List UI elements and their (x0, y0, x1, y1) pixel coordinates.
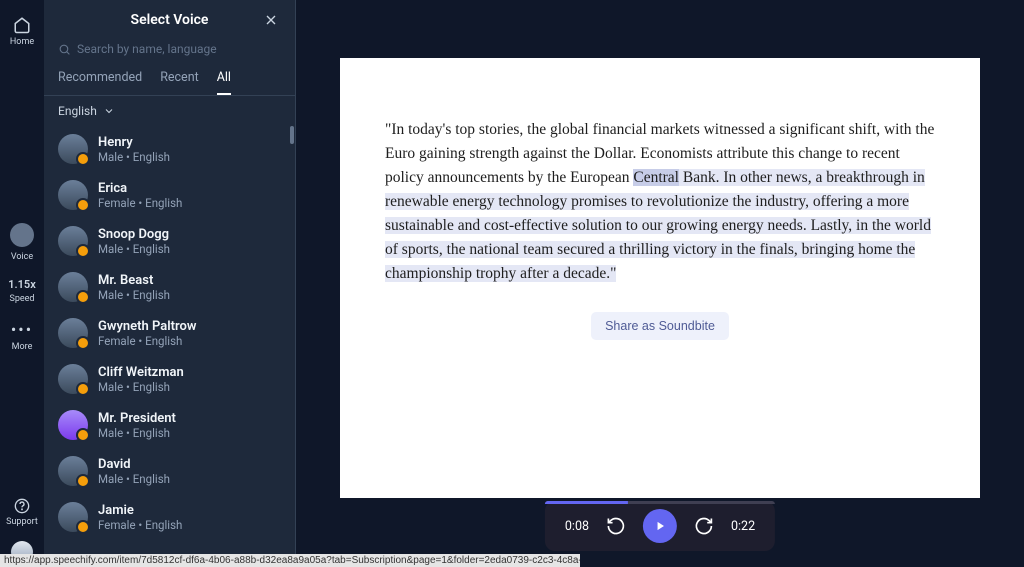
home-icon (13, 16, 31, 34)
premium-badge-icon (76, 198, 90, 212)
voice-name: Mr. Beast (98, 273, 170, 288)
voice-item-cliff[interactable]: Cliff WeitzmanMale • English (44, 356, 295, 402)
premium-badge-icon (76, 474, 90, 488)
premium-badge-icon (76, 382, 90, 396)
voice-item-snoop[interactable]: Snoop DoggMale • English (44, 218, 295, 264)
document-page: "In today's top stories, the global fina… (340, 58, 980, 498)
language-label: English (58, 104, 97, 118)
premium-badge-icon (76, 520, 90, 534)
search-placeholder: Search by name, language (77, 42, 217, 56)
support-label: Support (6, 517, 38, 527)
tab-recommended[interactable]: Recommended (58, 64, 142, 95)
more-icon: ••• (11, 320, 33, 339)
more-button[interactable]: ••• More (11, 320, 33, 352)
rewind-icon (606, 516, 626, 536)
voice-nav[interactable]: Voice (10, 223, 34, 262)
more-label: More (12, 342, 33, 352)
search-icon (58, 43, 71, 56)
premium-badge-icon (76, 152, 90, 166)
voice-item-david[interactable]: DavidMale • English (44, 448, 295, 494)
voice-item-president[interactable]: Mr. PresidentMale • English (44, 402, 295, 448)
main-area: "In today's top stories, the global fina… (296, 0, 1024, 567)
voice-name: Jamie (98, 503, 182, 518)
forward-button[interactable] (693, 515, 715, 537)
voice-meta: Male • English (98, 380, 184, 394)
help-icon (14, 498, 30, 514)
voice-list: HenryMale • English EricaFemale • Englis… (44, 126, 295, 567)
voice-meta: Male • English (98, 472, 170, 486)
total-time: 0:22 (731, 519, 755, 534)
share-soundbite-button[interactable]: Share as Soundbite (591, 312, 729, 340)
voice-nav-label: Voice (11, 252, 33, 262)
speed-label: Speed (9, 294, 34, 304)
voice-item-jamie[interactable]: JamieFemale • English (44, 494, 295, 540)
play-icon (653, 519, 667, 533)
voice-item-mrbeast[interactable]: Mr. BeastMale • English (44, 264, 295, 310)
home-label: Home (10, 37, 34, 47)
voice-name: Gwyneth Paltrow (98, 319, 196, 334)
premium-badge-icon (76, 244, 90, 258)
rewind-button[interactable] (605, 515, 627, 537)
voice-name: Mr. President (98, 411, 176, 426)
voice-meta: Male • English (98, 150, 170, 164)
chevron-down-icon (103, 105, 115, 117)
premium-badge-icon (76, 336, 90, 350)
voice-item-erica[interactable]: EricaFemale • English (44, 172, 295, 218)
voice-meta: Male • English (98, 288, 170, 302)
language-selector[interactable]: English (44, 96, 295, 126)
voice-meta: Male • English (98, 242, 170, 256)
home-button[interactable]: Home (10, 16, 34, 47)
speed-value: 1.15x (8, 278, 36, 291)
support-button[interactable]: Support (6, 498, 38, 527)
voice-meta: Female • English (98, 518, 182, 532)
voice-meta: Male • English (98, 426, 176, 440)
premium-badge-icon (76, 290, 90, 304)
search-input[interactable]: Search by name, language (58, 42, 281, 56)
panel-title: Select Voice (76, 12, 263, 28)
tab-recent[interactable]: Recent (160, 64, 199, 95)
left-rail: Home Voice 1.15x Speed ••• More Support (0, 0, 44, 567)
premium-badge-icon (76, 428, 90, 442)
voice-meta: Female • English (98, 334, 196, 348)
current-word: Central (633, 169, 679, 186)
forward-icon (694, 516, 714, 536)
voice-meta: Female • English (98, 196, 182, 210)
play-button[interactable] (643, 509, 677, 543)
progress-fill (545, 501, 628, 504)
voice-name: Snoop Dogg (98, 227, 170, 242)
voice-avatar-icon (10, 223, 34, 247)
close-icon[interactable] (263, 12, 279, 28)
voice-name: Cliff Weitzman (98, 365, 184, 380)
elapsed-time: 0:08 (565, 519, 589, 534)
voice-name: David (98, 457, 170, 472)
tab-all[interactable]: All (217, 64, 231, 95)
audio-player: 0:08 0:22 (545, 501, 775, 551)
voice-name: Henry (98, 135, 170, 150)
voice-item-henry[interactable]: HenryMale • English (44, 126, 295, 172)
voice-name: Erica (98, 181, 182, 196)
speed-button[interactable]: 1.15x Speed (8, 278, 36, 304)
voice-panel: Select Voice Search by name, language Re… (44, 0, 296, 567)
voice-item-gwyneth[interactable]: Gwyneth PaltrowFemale • English (44, 310, 295, 356)
status-bar-url: https://app.speechify.com/item/7d5812cf-… (0, 554, 580, 567)
document-text[interactable]: "In today's top stories, the global fina… (385, 118, 935, 286)
